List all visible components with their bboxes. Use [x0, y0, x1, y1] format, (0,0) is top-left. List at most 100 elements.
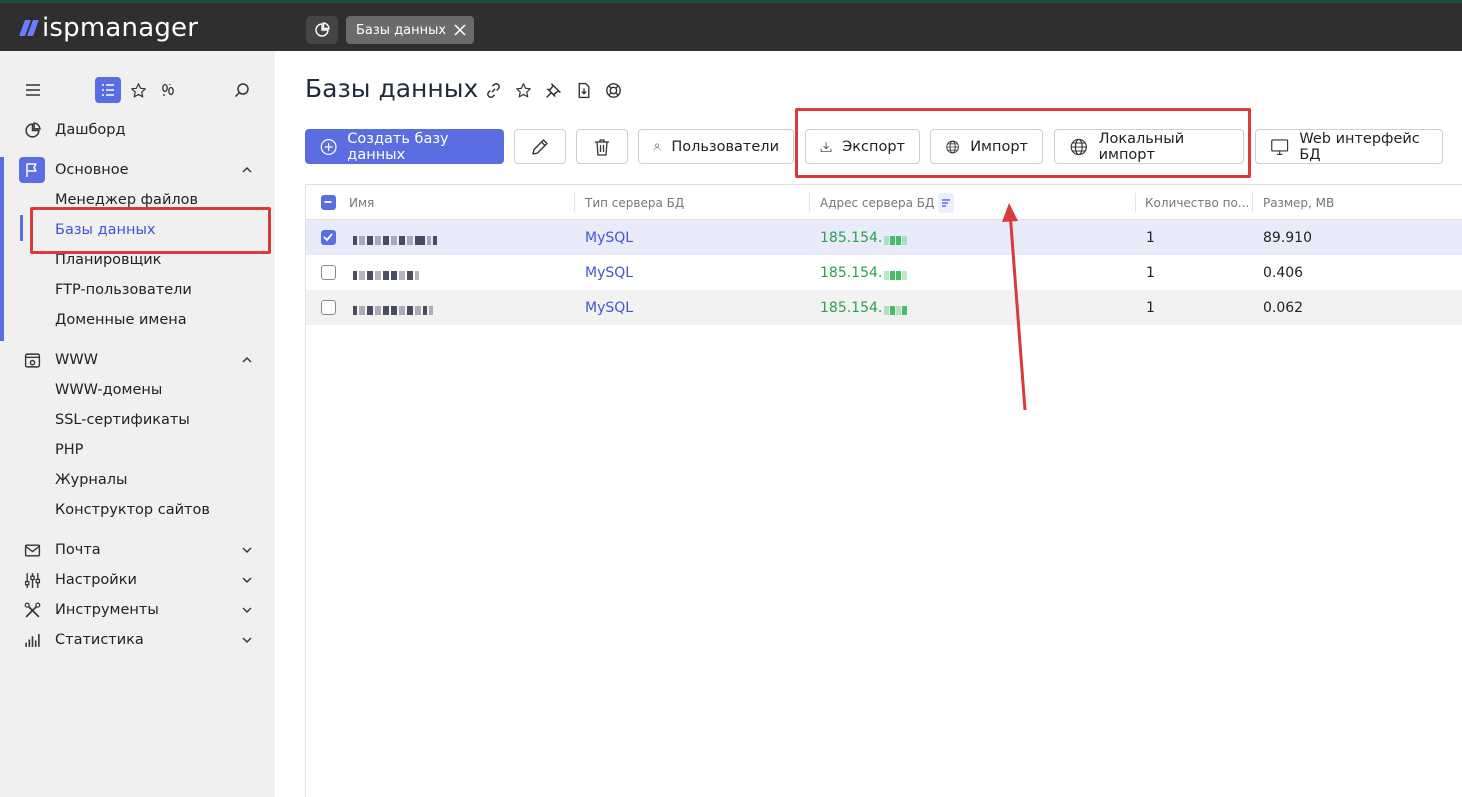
bar-chart-icon: [23, 631, 41, 649]
user-count: 1: [1146, 229, 1155, 246]
sidebar-item-php[interactable]: PHP: [55, 435, 83, 465]
column-separator[interactable]: [574, 193, 575, 212]
monitor-icon: [1271, 138, 1289, 155]
column-header-count[interactable]: Количество по...: [1145, 185, 1249, 220]
tab-label: Базы данных: [356, 22, 447, 38]
database-name-redacted: [351, 290, 435, 325]
favorites-button[interactable]: [125, 77, 151, 103]
sidebar-item-www-domains[interactable]: WWW-домены: [55, 375, 162, 405]
sidebar-group-label: Статистика: [55, 632, 144, 648]
users-label: Пользователи: [671, 138, 779, 155]
sidebar-group-mail[interactable]: Почта: [0, 535, 275, 565]
star-icon: [130, 82, 146, 97]
chevron-up-icon: [242, 167, 252, 173]
sidebar-search-button[interactable]: [229, 77, 255, 103]
link-icon[interactable]: [483, 80, 504, 101]
list-view-button[interactable]: [95, 77, 121, 103]
logo-mark-icon: [19, 20, 39, 36]
sidebar-item-site-builder[interactable]: Конструктор сайтов: [55, 495, 210, 525]
tab-databases[interactable]: Базы данных: [346, 16, 475, 44]
dashboard-tab-button[interactable]: [306, 16, 338, 44]
help-lifebuoy-icon[interactable]: [603, 80, 624, 101]
server-address-text: 185.154.: [820, 299, 883, 316]
sidebar-group-www[interactable]: WWW: [0, 345, 275, 375]
edit-button[interactable]: [514, 129, 566, 164]
column-header-server-address[interactable]: Адрес сервера БД: [820, 185, 955, 220]
sidebar-item-ftp-users[interactable]: FTP-пользователи: [55, 275, 192, 305]
export-doc-icon[interactable]: [573, 80, 594, 101]
database-name-redacted: [351, 255, 421, 290]
create-database-button[interactable]: Создать базу данных: [305, 129, 504, 164]
plus-circle-icon: [320, 138, 337, 155]
chevron-down-icon: [242, 637, 252, 643]
server-type-link[interactable]: MySQL: [585, 290, 633, 325]
column-separator[interactable]: [809, 193, 810, 212]
sliders-icon: [23, 571, 41, 589]
users-button[interactable]: Пользователи: [638, 129, 794, 164]
sidebar-item-label: Дашборд: [55, 122, 126, 138]
sidebar-group-settings[interactable]: Настройки: [0, 565, 275, 595]
server-address-text: 185.154.: [820, 229, 883, 246]
delete-button[interactable]: [576, 129, 628, 164]
create-database-label: Создать базу данных: [347, 130, 449, 163]
database-name-redacted: [351, 220, 439, 255]
column-header-label: Адрес сервера БД: [820, 195, 935, 210]
list-icon: [102, 84, 114, 96]
table-row[interactable]: MySQL 185.154. 1 0.062: [306, 290, 1462, 325]
close-icon[interactable]: [454, 24, 466, 36]
app-logo[interactable]: ispmanager: [19, 13, 198, 43]
flag-icon: [23, 161, 41, 179]
column-header-name[interactable]: Имя: [349, 185, 374, 220]
sidebar-group-statistics[interactable]: Статистика: [0, 625, 275, 655]
sidebar-group-label: Почта: [55, 542, 101, 558]
size-mb: 0.406: [1263, 264, 1304, 281]
tools-icon: [23, 601, 41, 619]
column-header-size[interactable]: Размер, MB: [1263, 185, 1334, 220]
server-address-text: 185.154.: [820, 264, 883, 281]
sidebar-group-label: Настройки: [55, 572, 137, 588]
server-type-link[interactable]: MySQL: [585, 220, 633, 255]
sidebar-group-label: Инструменты: [55, 602, 159, 618]
sort-icon[interactable]: [938, 192, 955, 213]
sidebar-item-logs[interactable]: Журналы: [55, 465, 128, 495]
pencil-icon: [532, 138, 548, 155]
sidebar-group-tools[interactable]: Инструменты: [0, 595, 275, 625]
databases-table: Имя Тип сервера БД Адрес сервера БД Коли…: [305, 184, 1462, 797]
chevron-down-icon: [242, 547, 252, 553]
row-checkbox[interactable]: [321, 265, 336, 280]
web-interface-button[interactable]: Web интерфейс БД: [1255, 129, 1443, 164]
sidebar-item-dashboard[interactable]: Дашборд: [0, 115, 275, 145]
sidebar-group-main[interactable]: Основное: [0, 155, 275, 185]
column-separator[interactable]: [1252, 193, 1253, 212]
web-interface-label: Web интерфейс БД: [1299, 130, 1420, 163]
recent-button[interactable]: [155, 77, 181, 103]
size-mb: 89.910: [1263, 229, 1312, 246]
table-header: Имя Тип сервера БД Адрес сервера БД Коли…: [306, 185, 1462, 220]
pin-icon[interactable]: [543, 80, 564, 101]
server-type-link[interactable]: MySQL: [585, 255, 633, 290]
page-title: Базы данных: [305, 74, 479, 103]
sidebar-group-label: WWW: [55, 352, 99, 368]
server-address: 185.154.: [820, 255, 908, 290]
table-row[interactable]: MySQL 185.154. 1 89.910: [306, 220, 1462, 255]
select-all-checkbox[interactable]: [321, 195, 336, 210]
annotation-highlight-databases: [30, 207, 271, 254]
chevron-down-icon: [242, 607, 252, 613]
row-checkbox[interactable]: [321, 300, 336, 315]
table-row[interactable]: MySQL 185.154. 1 0.406: [306, 255, 1462, 290]
chevron-down-icon: [242, 577, 252, 583]
trash-icon: [595, 138, 609, 156]
sidebar-toolbar: [0, 77, 275, 107]
mail-icon: [23, 541, 41, 559]
sidebar-item-ssl[interactable]: SSL-сертификаты: [55, 405, 190, 435]
sidebar-item-domain-names[interactable]: Доменные имена: [55, 305, 187, 335]
column-separator[interactable]: [1135, 193, 1136, 212]
star-icon[interactable]: [513, 80, 534, 101]
column-header-server-type[interactable]: Тип сервера БД: [585, 185, 684, 220]
title-actions: [483, 80, 624, 102]
row-checkbox[interactable]: [321, 230, 336, 245]
server-address: 185.154.: [820, 290, 908, 325]
sidebar: Дашборд Основное Менеджер файлов Базы да…: [0, 51, 275, 797]
minus-icon: [324, 201, 332, 203]
menu-toggle-button[interactable]: [20, 77, 46, 103]
